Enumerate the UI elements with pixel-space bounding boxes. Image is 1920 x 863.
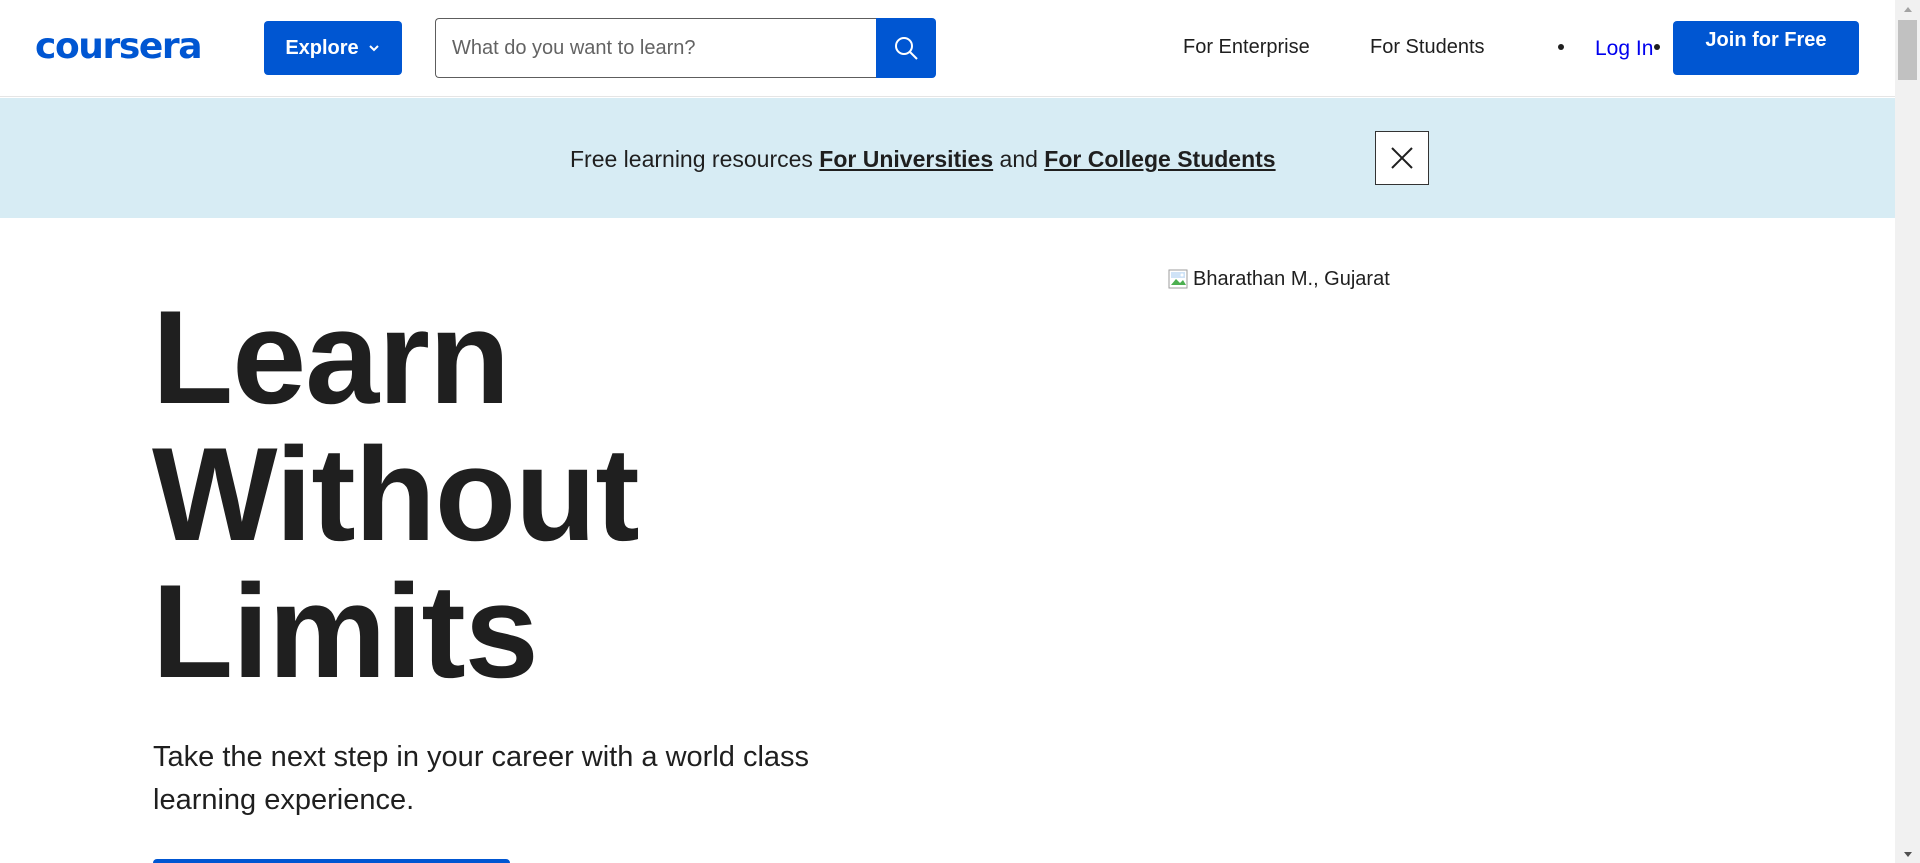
hero-subtitle: Take the next step in your career with a… [153,741,810,816]
vertical-scrollbar[interactable] [1895,0,1920,863]
chevron-down-icon [368,45,379,52]
banner-prefix: Free learning resources [570,146,820,172]
top-navigation: coursera Explore What do you want to lea… [0,0,1895,97]
search-button[interactable] [876,18,936,78]
list-bullet [1558,44,1564,50]
search-icon [895,37,918,60]
join-for-free-button[interactable]: Join for Free [1673,21,1859,75]
scroll-up-arrow-icon[interactable] [1895,0,1920,17]
hero-cta-button[interactable] [153,859,510,863]
banner-conjunction: and [993,146,1045,172]
explore-button[interactable]: Explore [264,21,402,75]
hero-image: Bharathan M., Gujarat [1167,267,1390,291]
hero-image-alt: Bharathan M., Gujarat [1193,267,1390,290]
login-link[interactable]: Log In [1595,37,1653,61]
close-banner-button[interactable] [1375,131,1429,185]
explore-label: Explore [285,36,359,59]
broken-image-icon [1168,269,1188,289]
for-students-link[interactable]: For Students [1370,36,1485,59]
scroll-down-arrow-icon[interactable] [1895,846,1920,863]
for-universities-link[interactable]: For Universities [819,146,993,172]
hero-title-line: Limits [152,558,539,706]
join-label: Join for Free [1705,29,1827,51]
hero-title-line: Learn [152,284,510,432]
search-input[interactable]: What do you want to learn? [435,18,876,78]
for-enterprise-link[interactable]: For Enterprise [1183,36,1310,59]
logo-text: coursera [35,26,203,67]
banner-text: Free learning resources For Universities… [570,146,1276,173]
scrollbar-thumb[interactable] [1898,20,1917,80]
close-icon [1391,147,1413,169]
hero-title: Learn Without Limits [152,284,640,706]
page: coursera Explore What do you want to lea… [0,0,1895,863]
search-placeholder: What do you want to learn? [452,36,696,59]
for-college-students-link[interactable]: For College Students [1044,146,1275,172]
coursera-logo[interactable]: coursera [35,24,203,70]
hero-title-line: Without [152,421,640,569]
list-bullet [1654,44,1660,50]
